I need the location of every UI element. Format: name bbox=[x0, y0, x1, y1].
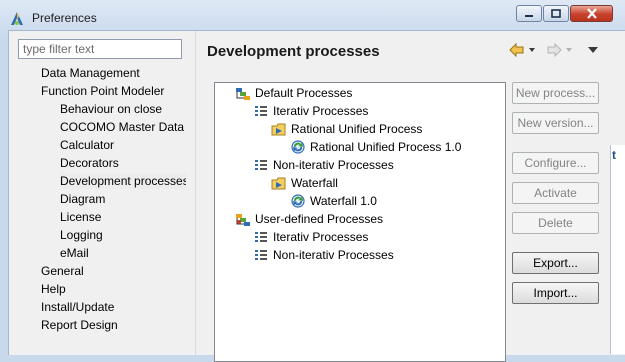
nav-item[interactable]: Function Point Modeler bbox=[41, 83, 164, 99]
filter-input[interactable] bbox=[18, 39, 182, 59]
nav-item[interactable]: eMail bbox=[60, 245, 89, 261]
background-window-text: t bbox=[612, 148, 616, 162]
close-button[interactable] bbox=[570, 5, 613, 22]
nav-item[interactable]: Logging bbox=[60, 227, 103, 243]
tree-node-label: User-defined Processes bbox=[255, 212, 384, 226]
nav-item[interactable]: Help bbox=[41, 281, 66, 297]
nav-item[interactable]: COCOMO Master Data bbox=[60, 119, 184, 135]
import-button[interactable]: Import... bbox=[512, 282, 599, 304]
nav-item[interactable]: General bbox=[41, 263, 84, 279]
tree-node-label: Iterativ Processes bbox=[273, 104, 369, 118]
list-icon bbox=[255, 250, 267, 260]
minimize-button[interactable] bbox=[516, 5, 542, 22]
page-title: Development processes bbox=[207, 43, 380, 60]
list-icon bbox=[255, 160, 267, 170]
nav-item[interactable]: Data Management bbox=[41, 65, 140, 81]
window-title: Preferences bbox=[32, 11, 97, 25]
tree-node[interactable]: Rational Unified Process 1.0 bbox=[290, 138, 461, 156]
back-arrow-icon bbox=[509, 43, 524, 57]
list-icon bbox=[255, 106, 267, 116]
view-menu-button[interactable] bbox=[586, 43, 600, 57]
process-folder-icon bbox=[271, 177, 286, 190]
tree-node[interactable]: Non-iterativ Processes bbox=[253, 246, 394, 264]
process-version-icon bbox=[291, 194, 305, 208]
tree-node[interactable]: Waterfall bbox=[271, 174, 338, 192]
configure-button[interactable]: Configure... bbox=[512, 152, 599, 174]
list-icon bbox=[255, 232, 267, 242]
tree-node-label: Rational Unified Process 1.0 bbox=[310, 140, 462, 154]
nav-item[interactable]: Report Design bbox=[41, 317, 118, 333]
process-folder-icon bbox=[271, 123, 286, 136]
process-group-icon bbox=[236, 88, 250, 100]
tree-node[interactable]: Iterativ Processes bbox=[253, 228, 368, 246]
new-process-button[interactable]: New process... bbox=[512, 82, 599, 104]
chevron-down-icon bbox=[566, 48, 572, 52]
tree-node-label: Non-iterativ Processes bbox=[273, 158, 394, 172]
view-menu-icon bbox=[588, 47, 598, 53]
tree-node[interactable]: Iterativ Processes bbox=[253, 102, 368, 120]
maximize-icon bbox=[551, 9, 561, 18]
tree-node[interactable]: Default Processes bbox=[235, 84, 352, 102]
nav-item[interactable]: Decorators bbox=[60, 155, 119, 171]
delete-button[interactable]: Delete bbox=[512, 212, 599, 234]
tree-node[interactable]: Waterfall 1.0 bbox=[290, 192, 377, 210]
new-version-button[interactable]: New version... bbox=[512, 112, 599, 134]
activate-button[interactable]: Activate bbox=[512, 182, 599, 204]
nav-item[interactable]: Diagram bbox=[60, 191, 105, 207]
tree-node[interactable]: Rational Unified Process bbox=[271, 120, 422, 138]
tree-node-label: Iterativ Processes bbox=[273, 230, 369, 244]
nav-item[interactable]: Install/Update bbox=[41, 299, 114, 315]
minimize-icon bbox=[525, 14, 533, 17]
close-icon bbox=[586, 8, 597, 19]
export-button[interactable]: Export... bbox=[512, 252, 599, 274]
nav-item[interactable]: License bbox=[60, 209, 101, 225]
tree-node-label: Non-iterativ Processes bbox=[273, 248, 394, 262]
nav-item[interactable]: Calculator bbox=[60, 137, 114, 153]
maximize-button[interactable] bbox=[543, 5, 569, 22]
background-window-edge bbox=[610, 145, 625, 354]
preferences-window: Preferences Data Management Function Poin… bbox=[0, 0, 625, 362]
back-button[interactable] bbox=[509, 43, 539, 57]
nav-item[interactable]: Development processes bbox=[60, 173, 186, 189]
chevron-down-icon bbox=[529, 48, 535, 52]
panel-sash[interactable] bbox=[195, 31, 196, 355]
tree-node[interactable]: User-defined Processes bbox=[235, 210, 383, 228]
dialog-client-area: Data Management Function Point Modeler Beh… bbox=[8, 30, 625, 362]
forward-arrow-icon bbox=[547, 43, 562, 57]
process-tree[interactable]: Default Processes Iterativ Processes Ratio… bbox=[214, 82, 506, 362]
tree-node-label: Default Processes bbox=[255, 86, 353, 100]
tree-node-label: Waterfall 1.0 bbox=[310, 194, 377, 208]
tree-node-label: Rational Unified Process bbox=[291, 122, 423, 136]
nav-item[interactable]: Behaviour on close bbox=[60, 101, 162, 117]
forward-button[interactable] bbox=[546, 43, 576, 57]
process-version-icon bbox=[291, 140, 305, 154]
app-icon bbox=[11, 12, 23, 25]
tree-node[interactable]: Non-iterativ Processes bbox=[253, 156, 394, 174]
tree-node-label: Waterfall bbox=[291, 176, 338, 190]
user-process-group-icon bbox=[236, 214, 250, 226]
